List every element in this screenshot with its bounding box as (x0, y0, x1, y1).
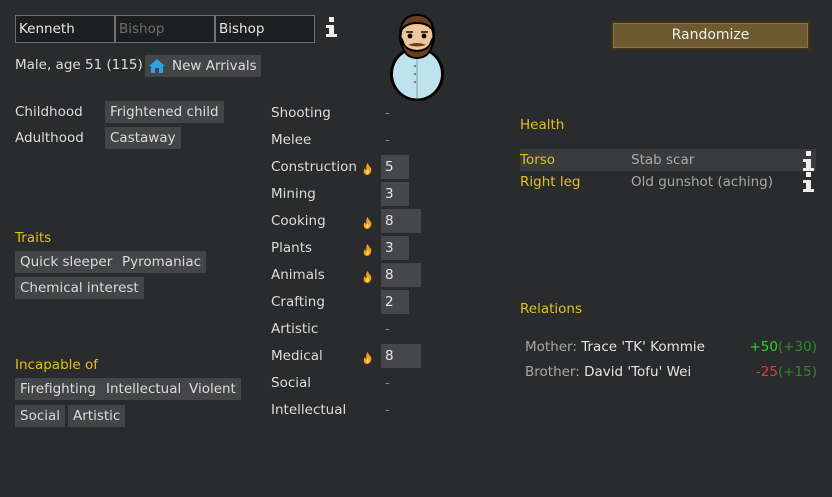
incapable-chip[interactable]: Artistic (68, 405, 126, 427)
adulthood-chip[interactable]: Castaway (105, 127, 181, 149)
relation-type: Mother: (525, 339, 577, 355)
health-title: Health (520, 117, 565, 133)
first-name-field[interactable] (15, 15, 115, 43)
pawn-summary: Male, age 51 (115) (15, 57, 143, 73)
skill-level-bar[interactable]: 3 (381, 236, 409, 260)
childhood-chip[interactable]: Frightened child (105, 101, 224, 123)
skill-disabled-dash: - (385, 132, 390, 148)
relation-type: Brother: (525, 364, 580, 380)
skill-disabled-dash: - (385, 321, 390, 337)
pawn-portrait (390, 13, 444, 101)
skill-level-bar[interactable]: 8 (381, 263, 422, 287)
trait-chip[interactable]: Chemical interest (15, 277, 144, 299)
skill-label: Mining (271, 186, 316, 202)
relation-name: David 'Tofu' Wei (584, 364, 692, 380)
info-icon[interactable] (802, 172, 814, 194)
incapable-chip[interactable]: Violent (184, 378, 241, 400)
incapable-chip[interactable]: Intellectual (101, 378, 187, 400)
skill-level-bar[interactable]: 5 (381, 155, 409, 179)
health-row[interactable]: Torso Stab scar (520, 149, 816, 171)
skill-label: Artistic (271, 321, 319, 337)
skill-level-value: 8 (385, 348, 394, 364)
skill-disabled-dash: - (385, 402, 390, 418)
nickname-field[interactable] (115, 15, 215, 43)
faction-chip[interactable]: New Arrivals (145, 55, 261, 77)
skill-label: Intellectual (271, 402, 347, 418)
skill-level-value: 8 (385, 213, 394, 229)
passion-flame-icon (363, 217, 372, 229)
house-icon (149, 59, 165, 73)
condition-label: Stab scar (631, 152, 695, 168)
trait-chip[interactable]: Quick sleeper (15, 251, 118, 273)
condition-label: Old gunshot (aching) (631, 174, 774, 190)
skill-label: Animals (271, 267, 325, 283)
skill-level-value: 3 (385, 186, 394, 202)
relation-row[interactable]: Brother: David 'Tofu' Wei -25(+15) (525, 364, 817, 380)
incapable-title: Incapable of (15, 357, 99, 373)
skill-label: Medical (271, 348, 323, 364)
passion-flame-icon (363, 244, 372, 256)
skill-level-value: 5 (385, 159, 394, 175)
skill-level-bar[interactable]: 2 (381, 290, 409, 314)
randomize-button[interactable]: Randomize (611, 21, 810, 50)
health-row[interactable]: Right leg Old gunshot (aching) (520, 171, 816, 193)
skill-label: Crafting (271, 294, 325, 310)
incapable-chip[interactable]: Social (15, 405, 66, 427)
traits-title: Traits (15, 230, 52, 246)
skill-level-value: 3 (385, 240, 394, 256)
body-part-label: Right leg (520, 174, 581, 190)
their-opinion-value: (+15) (777, 364, 817, 380)
adulthood-label: Adulthood (15, 130, 84, 146)
incapable-chip[interactable]: Firefighting (15, 378, 101, 400)
last-name-field[interactable] (215, 15, 315, 43)
relation-row[interactable]: Mother: Trace 'TK' Kommie +50(+30) (525, 339, 817, 355)
info-icon[interactable] (325, 17, 337, 39)
skill-label: Construction (271, 159, 357, 175)
skill-level-value: 2 (385, 294, 394, 310)
skill-disabled-dash: - (385, 105, 390, 121)
body-part-label: Torso (520, 152, 556, 168)
skill-label: Shooting (271, 105, 331, 121)
faction-label: New Arrivals (172, 58, 257, 74)
info-icon[interactable] (802, 151, 814, 173)
skill-label: Plants (271, 240, 313, 256)
skill-level-bar[interactable]: 3 (381, 182, 409, 206)
skill-level-bar[interactable]: 8 (381, 209, 422, 233)
childhood-label: Childhood (15, 104, 83, 120)
passion-flame-icon (363, 163, 372, 175)
trait-chip[interactable]: Pyromaniac (117, 251, 207, 273)
their-opinion-value: (+30) (777, 339, 817, 355)
skill-label: Social (271, 375, 312, 391)
opinion-value: -25 (755, 364, 778, 380)
relation-name: Trace 'TK' Kommie (581, 339, 705, 355)
skill-label: Melee (271, 132, 312, 148)
skill-disabled-dash: - (385, 375, 390, 391)
passion-flame-icon (363, 352, 372, 364)
skill-level-value: 8 (385, 267, 394, 283)
passion-flame-icon (363, 271, 372, 283)
skill-label: Cooking (271, 213, 326, 229)
relations-title: Relations (520, 301, 582, 317)
opinion-value: +50 (749, 339, 778, 355)
skill-level-bar[interactable]: 8 (381, 344, 422, 368)
